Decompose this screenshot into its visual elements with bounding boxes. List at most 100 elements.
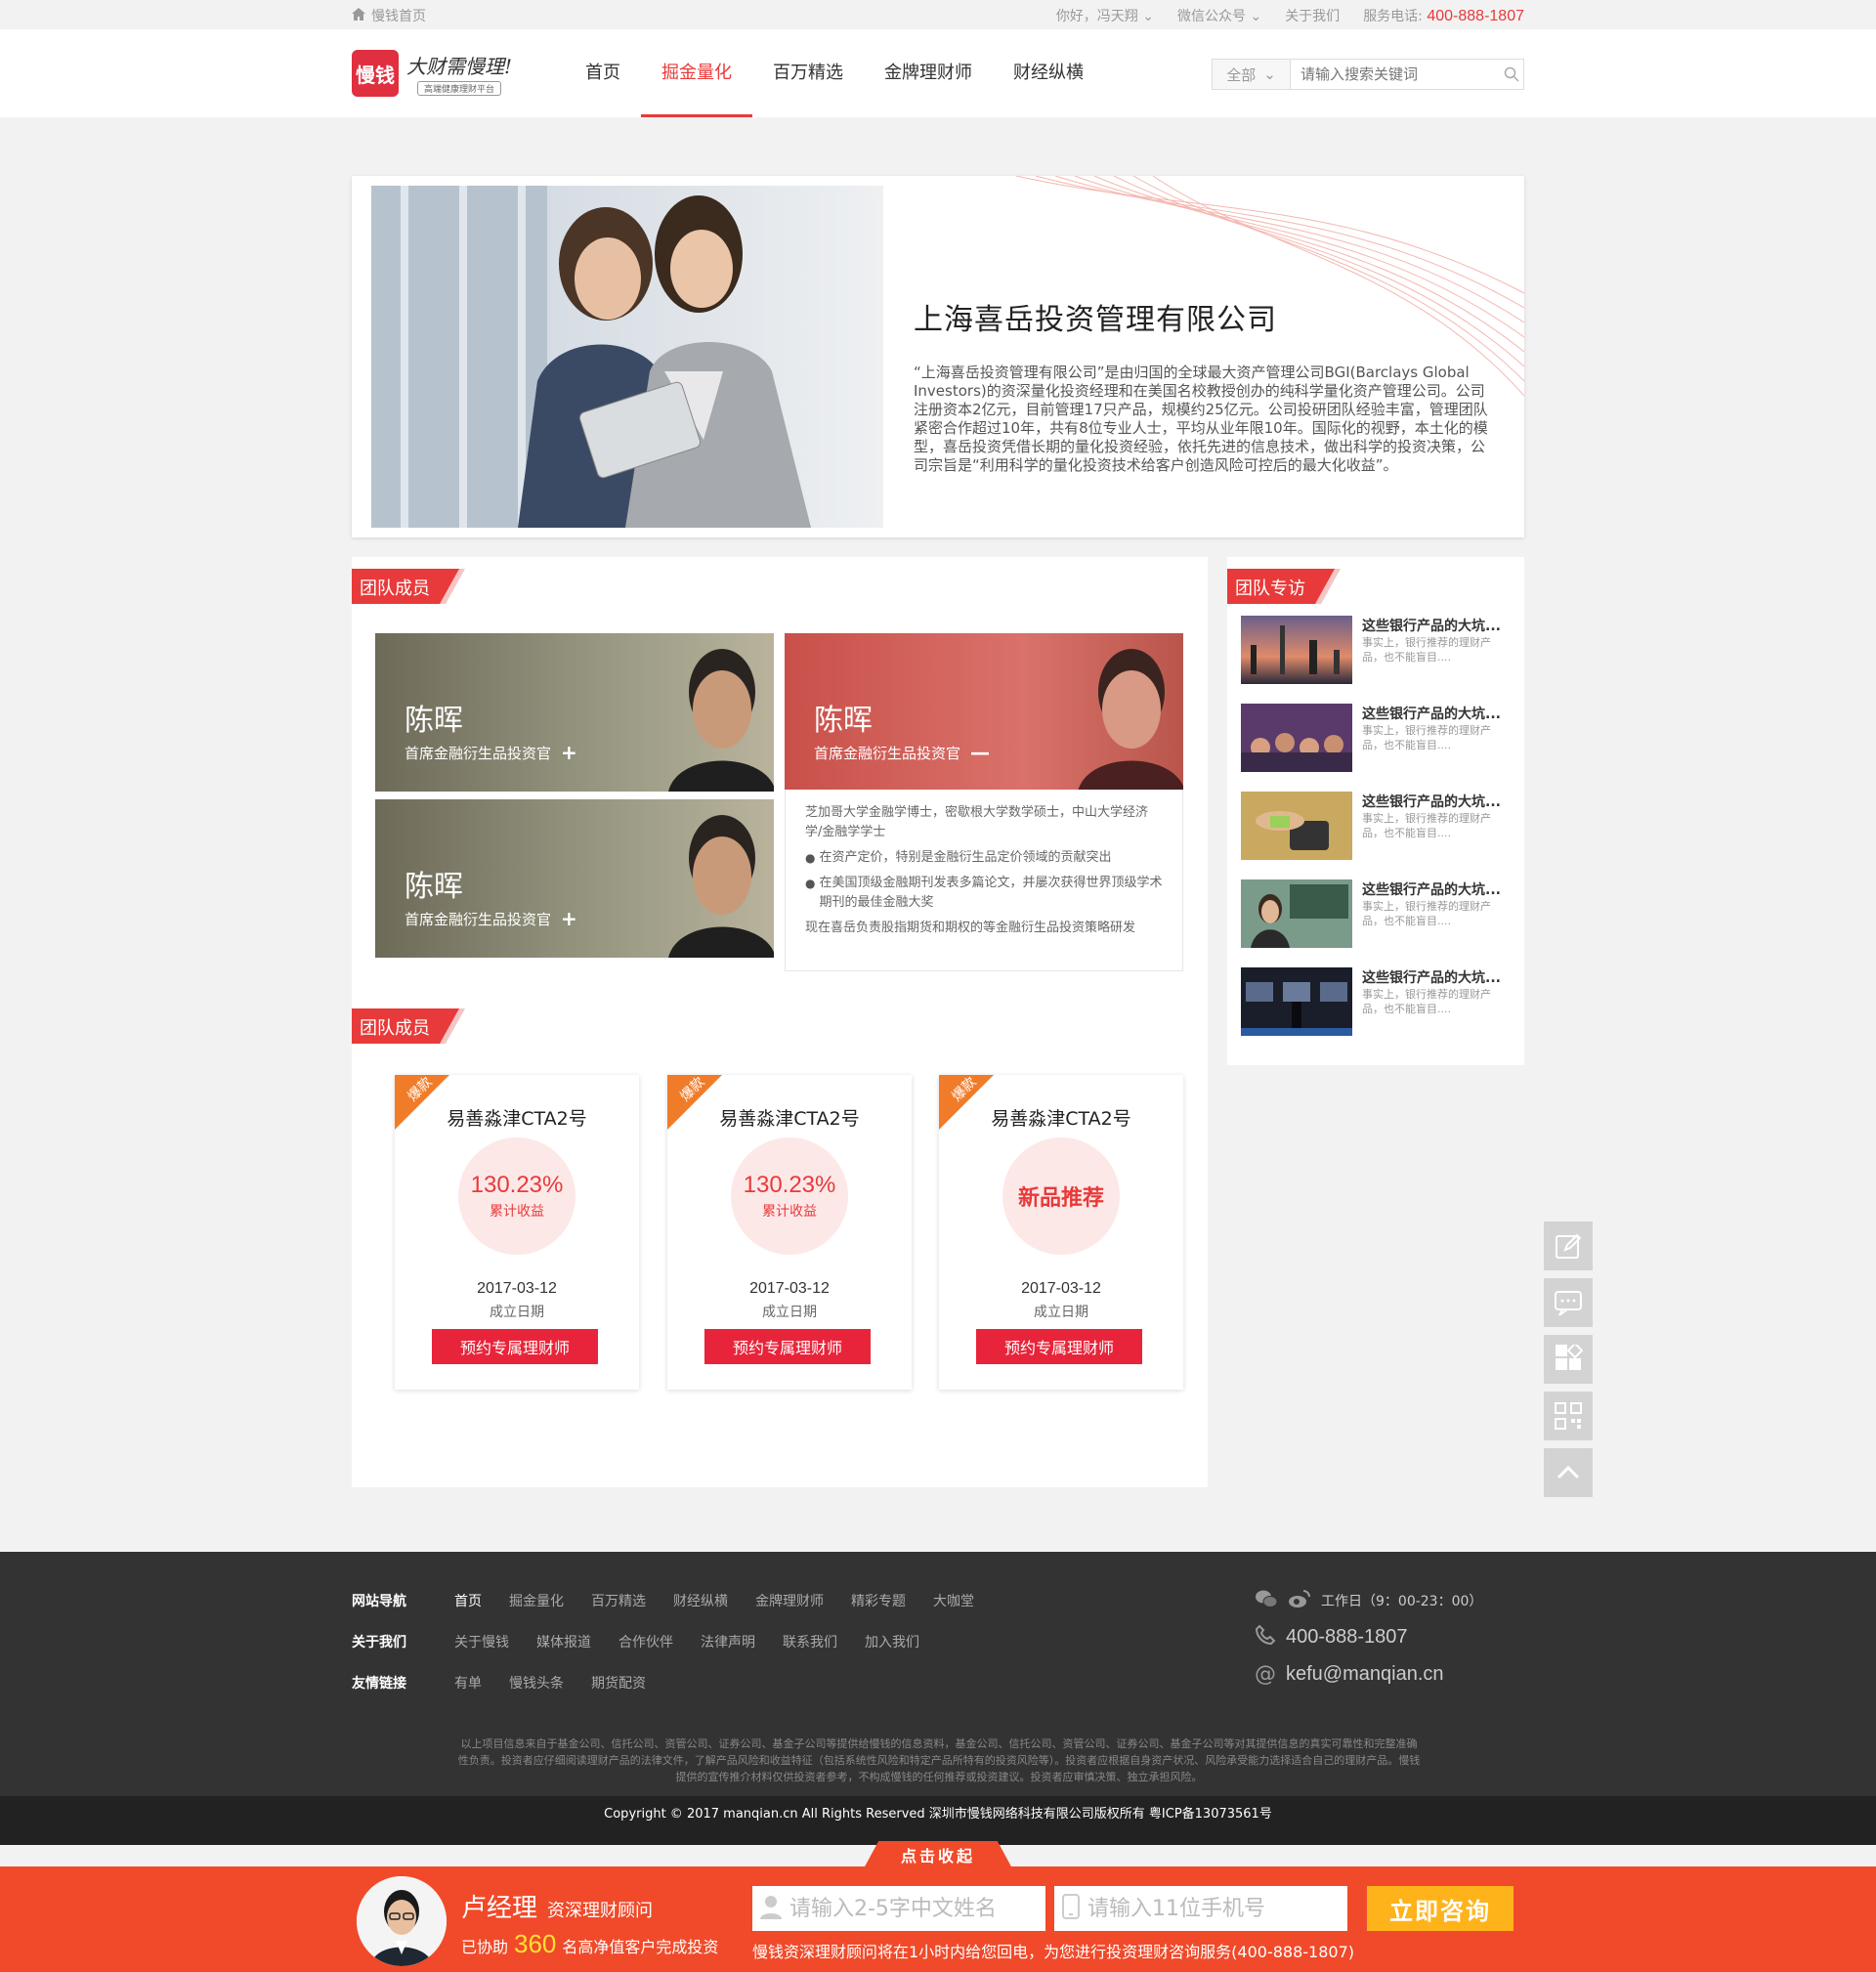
edit-tool-button[interactable] bbox=[1544, 1222, 1593, 1270]
nav-quant[interactable]: 掘金量化 bbox=[641, 29, 752, 117]
footer-email-row: @ kefu@manqian.cn bbox=[1255, 1662, 1482, 1687]
footer-link[interactable]: 联系我们 bbox=[783, 1632, 837, 1651]
product-card[interactable]: 爆款 易善淼津CTA2号 130.23% 累计收益 2017-03-12 成立日… bbox=[395, 1075, 639, 1390]
chat-tool-button[interactable] bbox=[1544, 1278, 1593, 1327]
qr-code-tool-button[interactable] bbox=[1544, 1392, 1593, 1440]
interview-item[interactable]: 这些银行产品的大坑... 事实上，银行推荐的理财产品，也不能盲目.... bbox=[1241, 879, 1514, 948]
interview-title: 这些银行产品的大坑... bbox=[1362, 970, 1501, 986]
advisor-avatar bbox=[357, 1876, 447, 1966]
achievement-text: 在资产定价，特别是金融衍生品定价领域的贡献突出 bbox=[819, 850, 1112, 865]
bullet-icon: ● bbox=[805, 877, 816, 890]
product-date: 2017-03-12 bbox=[749, 1280, 830, 1297]
interviews-heading: 团队专访 bbox=[1235, 579, 1305, 599]
footer-link[interactable]: 掘金量化 bbox=[509, 1591, 564, 1610]
book-advisor-button[interactable]: 预约专属理财师 bbox=[976, 1329, 1142, 1364]
footer-link[interactable]: 精彩专题 bbox=[851, 1591, 906, 1610]
footer-link[interactable]: 媒体报道 bbox=[536, 1632, 591, 1651]
user-icon bbox=[760, 1894, 782, 1923]
footer-link[interactable]: 法律声明 bbox=[701, 1632, 755, 1651]
consult-phone-field bbox=[1054, 1886, 1347, 1931]
interview-summary: 事实上，银行推荐的理财产品，也不能盲目.... bbox=[1362, 636, 1491, 664]
team-section: 团队成员 陈晖 首席金融衍生品投资官 + 陈晖 首席金融衍生品投资官 — 陈晖 首席… bbox=[352, 557, 1208, 1487]
collapse-consult-bar-button[interactable]: 点击收起 bbox=[864, 1841, 1012, 1868]
user-greeting[interactable]: 你好，冯天翔 ⌄ bbox=[1056, 6, 1154, 25]
product-card[interactable]: 爆款 易善淼津CTA2号 130.23% 累计收益 2017-03-12 成立日… bbox=[667, 1075, 912, 1390]
footer-phone-row: 400-888-1807 bbox=[1255, 1624, 1482, 1650]
member-card[interactable]: 陈晖 首席金融衍生品投资官 + bbox=[375, 799, 774, 958]
book-advisor-button[interactable]: 预约专属理财师 bbox=[432, 1329, 598, 1364]
helped-count: 360 bbox=[514, 1929, 557, 1958]
helped-prefix: 已协助 bbox=[461, 1938, 509, 1956]
footer-phone: 400-888-1807 bbox=[1286, 1626, 1408, 1648]
footer-link[interactable]: 慢钱头条 bbox=[509, 1673, 564, 1693]
footer-link[interactable]: 加入我们 bbox=[865, 1632, 919, 1651]
about-link[interactable]: 关于我们 bbox=[1285, 6, 1340, 25]
phone-icon bbox=[1255, 1624, 1276, 1650]
header: 慢钱 大财需慢理! 高端健康理财平台 首页 掘金量化 百万精选 金牌理财师 财经… bbox=[0, 29, 1876, 117]
search-icon[interactable] bbox=[1500, 66, 1523, 82]
footer-link[interactable]: 百万精选 bbox=[591, 1591, 646, 1610]
search-input[interactable] bbox=[1291, 60, 1501, 89]
footer-link[interactable]: 合作伙伴 bbox=[618, 1632, 673, 1651]
consult-name-input[interactable] bbox=[789, 1896, 1034, 1921]
footer-link[interactable]: 首页 bbox=[454, 1591, 482, 1610]
team-members-tag: 团队成员 bbox=[352, 569, 465, 604]
consult-now-button[interactable]: 立即咨询 bbox=[1367, 1886, 1514, 1931]
logo-slogan: 大财需慢理! bbox=[406, 55, 513, 78]
wechat-link[interactable]: 微信公众号 ⌄ bbox=[1177, 6, 1261, 25]
search-category-select[interactable]: 全部 ⌄ bbox=[1213, 60, 1292, 89]
qr-code-icon bbox=[1555, 1402, 1582, 1430]
top-bar: 慢钱首页 你好，冯天翔 ⌄ 微信公众号 ⌄ 关于我们 服务电话: 400-888… bbox=[0, 0, 1876, 29]
member-title: 首席金融衍生品投资官 bbox=[814, 744, 961, 762]
footer-hours-row: 工作日（9：00-23：00） bbox=[1255, 1589, 1482, 1612]
home-link[interactable]: 慢钱首页 bbox=[352, 6, 426, 25]
member-title-row: 首席金融衍生品投资官 + bbox=[405, 907, 577, 930]
expand-icon[interactable]: + bbox=[561, 741, 577, 764]
book-advisor-button[interactable]: 预约专属理财师 bbox=[704, 1329, 871, 1364]
footer-link[interactable]: 金牌理财师 bbox=[755, 1591, 824, 1610]
product-card[interactable]: 爆款 易善淼津CTA2号 新品推荐 2017-03-12 成立日期 预约专属理财… bbox=[939, 1075, 1183, 1390]
product-yield-circle: 130.23% 累计收益 bbox=[731, 1137, 848, 1255]
company-name: 上海喜岳投资管理有限公司 bbox=[914, 303, 1277, 337]
wechat-icon[interactable] bbox=[1255, 1589, 1278, 1612]
product-yield-circle: 130.23% 累计收益 bbox=[458, 1137, 576, 1255]
nav-finance-news[interactable]: 财经纵横 bbox=[993, 29, 1104, 117]
expand-icon[interactable]: + bbox=[561, 907, 577, 930]
interview-thumbnail bbox=[1241, 879, 1352, 948]
footer-link[interactable]: 有单 bbox=[454, 1673, 482, 1693]
bullet-icon: ● bbox=[805, 851, 816, 865]
footer-email[interactable]: kefu@manqian.cn bbox=[1286, 1663, 1444, 1686]
member-card-expanded[interactable]: 陈晖 首席金融衍生品投资官 — bbox=[785, 633, 1183, 792]
member-name: 陈晖 bbox=[814, 704, 873, 738]
interview-title: 这些银行产品的大坑... bbox=[1362, 882, 1501, 898]
nav-advisors[interactable]: 金牌理财师 bbox=[864, 29, 993, 117]
footer-link[interactable]: 大咖堂 bbox=[933, 1591, 974, 1610]
collapse-icon[interactable]: — bbox=[970, 741, 990, 764]
member-card[interactable]: 陈晖 首席金融衍生品投资官 + bbox=[375, 633, 774, 792]
member-achievement: ● 在资产定价，特别是金融衍生品定价领域的贡献突出 bbox=[805, 848, 1163, 868]
nav-home[interactable]: 首页 bbox=[565, 29, 641, 117]
company-description: “上海喜岳投资管理有限公司”是由归国的全球最大资产管理公司BGI(Barclay… bbox=[914, 364, 1488, 474]
interviews-tag: 团队专访 bbox=[1227, 569, 1341, 604]
interview-item[interactable]: 这些银行产品的大坑... 事实上，银行推荐的理财产品，也不能盲目.... bbox=[1241, 704, 1514, 772]
top-bar-links: 你好，冯天翔 ⌄ 微信公众号 ⌄ 关于我们 服务电话: 400-888-1807 bbox=[1056, 6, 1524, 25]
interview-summary: 事实上，银行推荐的理财产品，也不能盲目.... bbox=[1362, 812, 1491, 839]
back-to-top-button[interactable] bbox=[1544, 1448, 1593, 1497]
edit-icon bbox=[1556, 1233, 1582, 1259]
footer-link[interactable]: 财经纵横 bbox=[673, 1591, 728, 1610]
consult-bar: 卢经理 资深理财顾问 已协助 360 名高净值客户完成投资 立即咨询 慢钱资深理… bbox=[0, 1866, 1876, 1972]
product-date-label: 成立日期 bbox=[762, 1305, 817, 1320]
interview-title: 这些银行产品的大坑... bbox=[1362, 794, 1501, 810]
weibo-icon[interactable] bbox=[1288, 1589, 1311, 1612]
interview-item[interactable]: 这些银行产品的大坑... 事实上，银行推荐的理财产品，也不能盲目.... bbox=[1241, 792, 1514, 860]
interview-item[interactable]: 这些银行产品的大坑... 事实上，银行推荐的理财产品，也不能盲目.... bbox=[1241, 967, 1514, 1036]
interview-item[interactable]: 这些银行产品的大坑... 事实上，银行推荐的理财产品，也不能盲目.... bbox=[1241, 616, 1514, 684]
search-category-value: 全部 bbox=[1226, 65, 1257, 84]
footer-link[interactable]: 关于慢钱 bbox=[454, 1632, 509, 1651]
footer-link[interactable]: 期货配资 bbox=[591, 1673, 646, 1693]
apps-tool-button[interactable] bbox=[1544, 1335, 1593, 1384]
company-photo bbox=[371, 186, 883, 528]
nav-million[interactable]: 百万精选 bbox=[752, 29, 864, 117]
consult-phone-input[interactable] bbox=[1087, 1896, 1332, 1921]
site-logo[interactable]: 慢钱 大财需慢理! 高端健康理财平台 bbox=[352, 49, 518, 98]
